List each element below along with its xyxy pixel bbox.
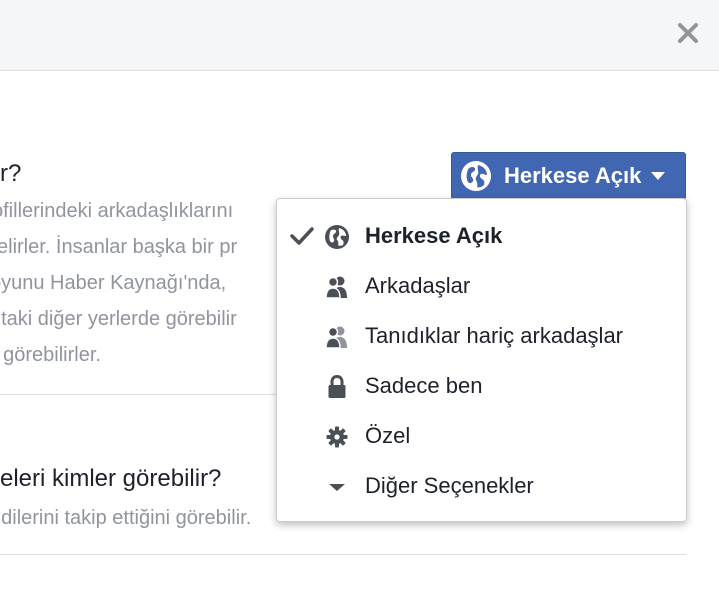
section1-desc-line-3: oyunu Haber Kaynağı'nda, xyxy=(0,272,227,294)
lock-icon xyxy=(328,374,346,398)
section1-desc-line-4: ntaki diğer yerlerde görebilir xyxy=(0,308,237,330)
menu-item-friends[interactable]: Arkadaşlar xyxy=(277,261,686,311)
menu-item-public[interactable]: Herkese Açık xyxy=(277,211,686,261)
privacy-settings-dialog: r? ofillerindeki arkadaşlıklarını elirle… xyxy=(0,0,719,602)
menu-item-label: Arkadaşlar xyxy=(365,273,471,298)
section1-desc-line-1: ofillerindeki arkadaşlıklarını xyxy=(0,200,234,222)
triangle-down-icon xyxy=(329,484,345,491)
checkmark-icon xyxy=(290,227,314,245)
audience-dropdown-menu: Herkese Açık Arkadaşlar Tanıdıklar hariç… xyxy=(276,198,687,522)
close-button[interactable] xyxy=(673,18,703,48)
audience-selector-button[interactable]: Herkese Açık xyxy=(451,152,686,200)
menu-item-friends-except-acquaintances[interactable]: Tanıdıklar hariç arkadaşlar xyxy=(277,311,686,361)
menu-item-label: Özel xyxy=(365,423,411,448)
section1-desc-line-2: elirler. İnsanlar başka bir pr xyxy=(0,236,238,258)
menu-item-more-options[interactable]: Diğer Seçenekler xyxy=(277,461,686,511)
menu-item-only-me[interactable]: Sadece ben xyxy=(277,361,686,411)
section2-question: eleri kimler görebilir? xyxy=(0,465,222,492)
friends-except-icon xyxy=(325,326,347,349)
menu-item-label: Sadece ben xyxy=(365,373,483,398)
gear-icon xyxy=(326,426,348,448)
menu-item-custom[interactable]: Özel xyxy=(277,411,686,461)
section1-desc-line-5: ı görebilirler. xyxy=(0,344,101,366)
menu-item-label: Diğer Seçenekler xyxy=(365,473,534,498)
dialog-header xyxy=(0,0,719,71)
chevron-down-icon xyxy=(651,172,666,180)
friends-icon xyxy=(325,276,347,299)
audience-selector-label: Herkese Açık xyxy=(504,163,642,188)
globe-icon xyxy=(325,225,349,249)
section1-question: r? xyxy=(0,160,22,187)
globe-icon xyxy=(461,161,491,191)
menu-item-label: Tanıdıklar hariç arkadaşlar xyxy=(365,323,624,348)
section2-desc: ndilerini takip ettiğini görebilir. xyxy=(0,507,252,529)
menu-item-label: Herkese Açık xyxy=(365,223,503,248)
section-divider-bottom xyxy=(0,554,686,555)
close-icon xyxy=(678,23,698,43)
